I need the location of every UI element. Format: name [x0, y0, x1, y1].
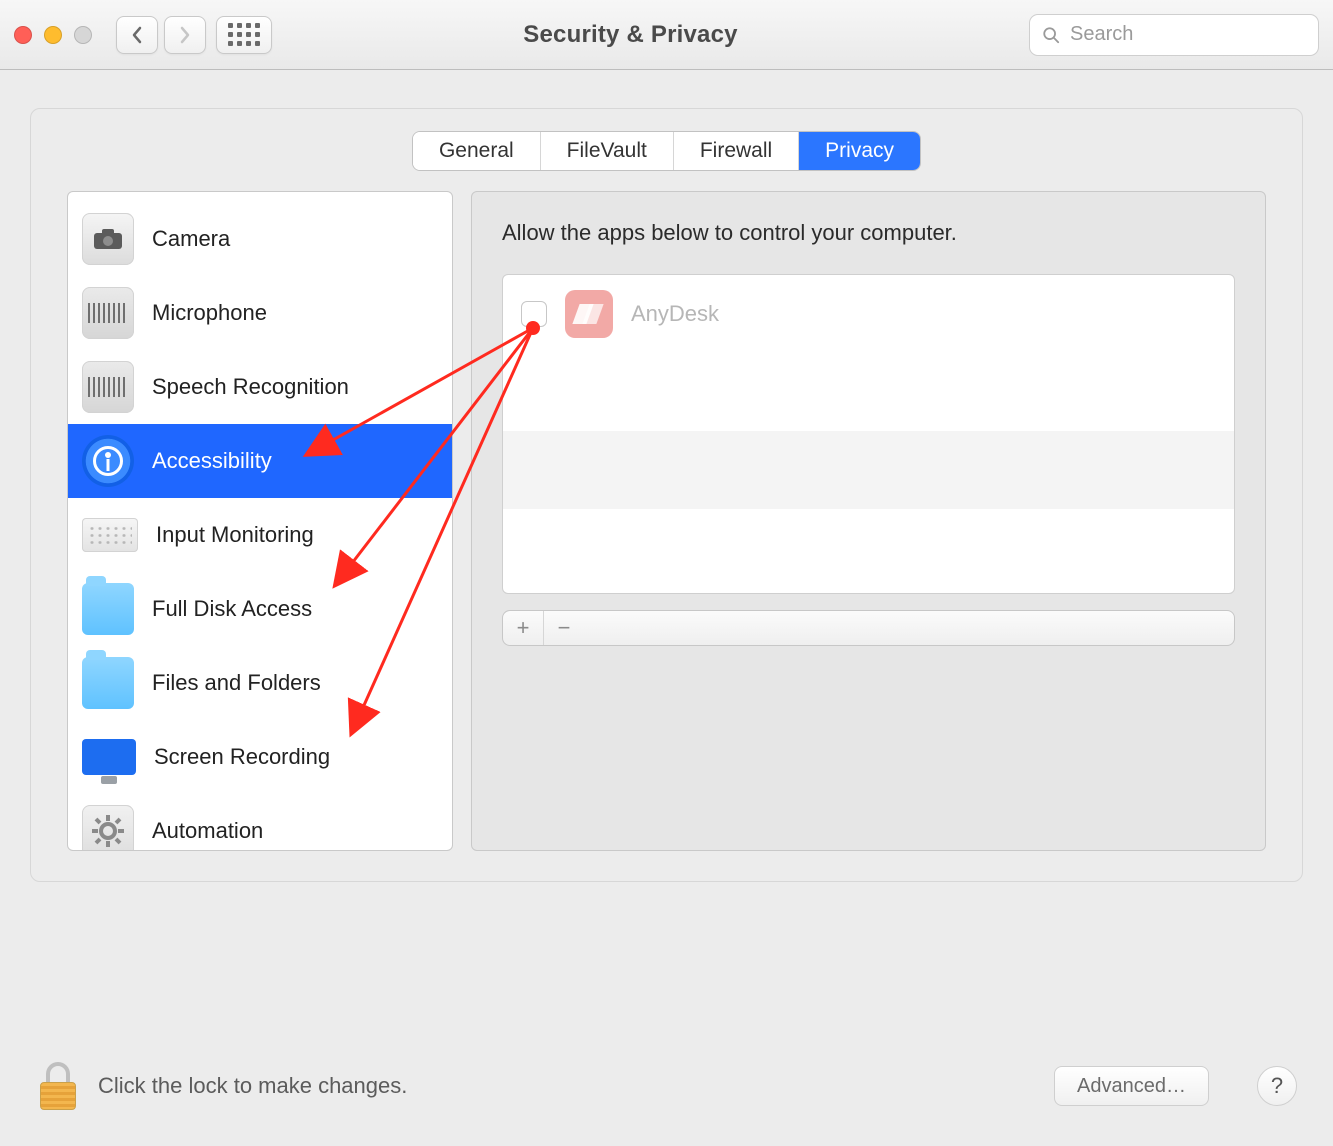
add-app-button[interactable]: + — [503, 611, 543, 645]
chevron-left-icon — [130, 26, 144, 44]
titlebar: Security & Privacy — [0, 0, 1333, 70]
tab-privacy[interactable]: Privacy — [799, 132, 920, 170]
sidebar-item-automation[interactable]: Automation — [68, 794, 452, 851]
sidebar-item-label: Accessibility — [152, 448, 272, 474]
sidebar-item-label: Input Monitoring — [156, 522, 314, 548]
anydesk-icon — [565, 290, 613, 338]
tab-label: Privacy — [825, 139, 894, 163]
keyboard-icon — [82, 518, 138, 552]
remove-app-button[interactable]: − — [544, 611, 584, 645]
window-title: Security & Privacy — [282, 21, 1019, 49]
footer: Click the lock to make changes. Advanced… — [0, 1026, 1333, 1146]
speech-icon — [82, 361, 134, 413]
tab-label: General — [439, 139, 514, 163]
lock-hint-text: Click the lock to make changes. — [98, 1073, 1036, 1099]
show-all-button[interactable] — [216, 16, 272, 54]
tab-general[interactable]: General — [413, 132, 541, 170]
close-window-button[interactable] — [14, 26, 32, 44]
gear-icon — [82, 805, 134, 851]
sidebar-item-label: Microphone — [152, 300, 267, 326]
minimize-window-button[interactable] — [44, 26, 62, 44]
add-remove-controls: + − — [502, 610, 1235, 646]
sidebar-item-full-disk-access[interactable]: Full Disk Access — [68, 572, 452, 646]
tab-filevault[interactable]: FileVault — [541, 132, 674, 170]
forward-button[interactable] — [164, 16, 206, 54]
sidebar-item-label: Camera — [152, 226, 230, 252]
apps-list[interactable]: AnyDesk — [502, 274, 1235, 594]
traffic-lights — [14, 26, 92, 44]
sidebar-item-input-monitoring[interactable]: Input Monitoring — [68, 498, 452, 572]
segmented-control: General FileVault Firewall Privacy — [412, 131, 921, 171]
sidebar-item-label: Full Disk Access — [152, 596, 312, 622]
advanced-button[interactable]: Advanced… — [1054, 1066, 1209, 1106]
grid-icon — [228, 23, 260, 46]
preferences-panel: General FileVault Firewall Privacy Camer… — [30, 108, 1303, 882]
sidebar-item-label: Speech Recognition — [152, 374, 349, 400]
screen-icon — [82, 739, 136, 775]
search-icon — [1042, 25, 1060, 45]
apps-panel-heading: Allow the apps below to control your com… — [502, 220, 1235, 246]
apps-panel: Allow the apps below to control your com… — [471, 191, 1266, 851]
folder-icon — [82, 657, 134, 709]
app-row[interactable]: AnyDesk — [503, 275, 1234, 353]
sidebar-item-label: Screen Recording — [154, 744, 330, 770]
sidebar-item-files-and-folders[interactable]: Files and Folders — [68, 646, 452, 720]
sidebar-item-camera[interactable]: Camera — [68, 202, 452, 276]
sidebar-item-speech-recognition[interactable]: Speech Recognition — [68, 350, 452, 424]
folder-icon — [82, 583, 134, 635]
tab-label: Firewall — [700, 139, 772, 163]
window-body: General FileVault Firewall Privacy Camer… — [0, 70, 1333, 882]
tab-label: FileVault — [567, 139, 647, 163]
microphone-icon — [82, 287, 134, 339]
camera-icon — [82, 213, 134, 265]
sidebar-item-accessibility[interactable]: Accessibility — [68, 424, 452, 498]
sidebar-item-label: Automation — [152, 818, 263, 844]
search-field[interactable] — [1029, 14, 1319, 56]
help-button[interactable]: ? — [1257, 1066, 1297, 1106]
tab-bar: General FileVault Firewall Privacy — [31, 131, 1302, 171]
sidebar-item-label: Files and Folders — [152, 670, 321, 696]
app-checkbox-anydesk[interactable] — [521, 301, 547, 327]
chevron-right-icon — [178, 26, 192, 44]
accessibility-icon — [82, 435, 134, 487]
sidebar-item-microphone[interactable]: Microphone — [68, 276, 452, 350]
app-name: AnyDesk — [631, 301, 719, 327]
lock-icon[interactable] — [36, 1062, 80, 1110]
back-button[interactable] — [116, 16, 158, 54]
search-input[interactable] — [1068, 22, 1306, 47]
nav-group — [116, 16, 206, 54]
zoom-window-button[interactable] — [74, 26, 92, 44]
tab-firewall[interactable]: Firewall — [674, 132, 799, 170]
sidebar-item-screen-recording[interactable]: Screen Recording — [68, 720, 452, 794]
privacy-category-list[interactable]: Camera Microphone Speech Recognition Acc… — [67, 191, 453, 851]
content-row: Camera Microphone Speech Recognition Acc… — [67, 191, 1266, 851]
apps-list-empty-rows — [503, 353, 1234, 587]
